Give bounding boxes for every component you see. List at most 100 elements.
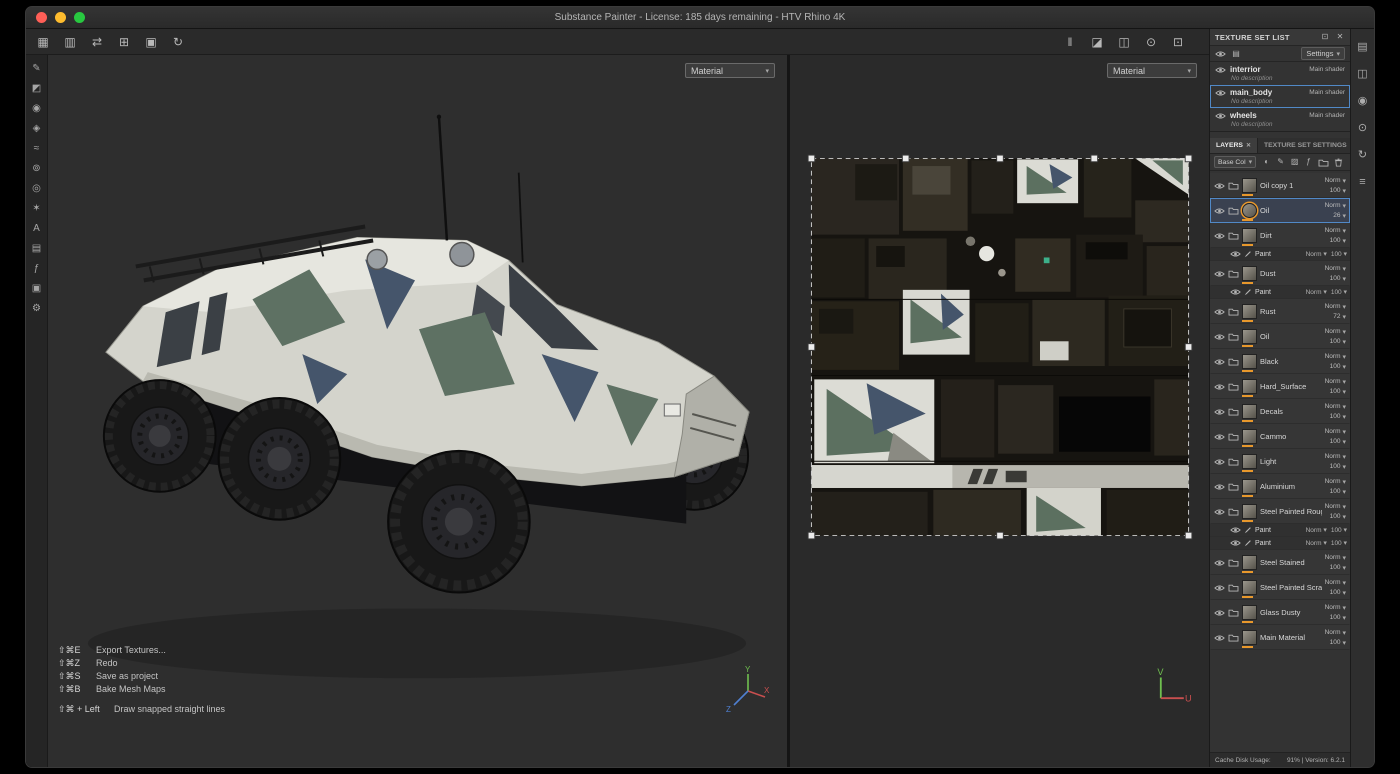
viewport-2d-mode-select[interactable]: Material ▾ [1107,63,1197,78]
texture-set-visibility-icon[interactable] [1215,112,1226,120]
visibility-all-icon[interactable] [1215,49,1226,59]
tab-layers[interactable]: LAYERS✕ [1210,138,1258,153]
layer-opacity-select[interactable]: 100▾ [1330,413,1346,421]
layer-thumbnail[interactable] [1242,630,1257,645]
layer-row[interactable]: Main MaterialNorm▾100▾ [1210,625,1350,650]
layer-blend-select[interactable]: Norm▾ [1325,604,1346,612]
paint-tool-icon[interactable]: ✎ [31,63,43,75]
layer-blend-select[interactable]: Norm▾ [1325,202,1346,210]
effect-opacity-select[interactable]: 100 ▾ [1331,250,1347,258]
layer-blend-select[interactable]: Norm▾ [1325,265,1346,273]
layer-row[interactable]: Glass DustyNorm▾100▾ [1210,600,1350,625]
close-panel-icon[interactable]: ✕ [1335,32,1345,42]
layer-blend-select[interactable]: Norm▾ [1325,378,1346,386]
layer-row[interactable]: DirtNorm▾100▾ [1210,223,1350,248]
layer-blend-select[interactable]: Norm▾ [1325,453,1346,461]
layer-blend-select[interactable]: Norm▾ [1325,579,1346,587]
zoom-window-button[interactable] [74,12,85,23]
material-picker-icon[interactable]: ◎ [31,183,43,195]
add-fill-layer-icon[interactable]: ▨ [1290,157,1299,167]
layer-opacity-select[interactable]: 100▾ [1330,438,1346,446]
effect-blend-select[interactable]: Norm ▾ [1306,288,1327,296]
layer-row[interactable]: RustNorm▾72▾ [1210,299,1350,324]
layer-visibility-icon[interactable] [1214,609,1225,617]
layer-visibility-icon[interactable] [1214,232,1225,240]
texture-set-row[interactable]: wheelsMain shaderNo description [1210,108,1350,131]
layer-thumbnail[interactable] [1242,178,1257,193]
layer-visibility-icon[interactable] [1214,308,1225,316]
layer-row[interactable]: BlackNorm▾100▾ [1210,349,1350,374]
properties-panel-icon[interactable]: ≡ [1356,174,1370,190]
layer-row[interactable]: CammoNorm▾100▾ [1210,424,1350,449]
effect-blend-select[interactable]: Norm ▾ [1306,526,1327,534]
layer-opacity-select[interactable]: 72▾ [1333,313,1346,321]
layer-blend-select[interactable]: Norm▾ [1325,629,1346,637]
layer-blend-select[interactable]: Norm▾ [1325,478,1346,486]
layer-opacity-select[interactable]: 100▾ [1330,564,1346,572]
close-tab-icon[interactable]: ✕ [1246,142,1251,149]
layer-opacity-select[interactable]: 100▾ [1330,463,1346,471]
layer-effect-row[interactable]: PaintNorm ▾100 ▾ [1210,248,1350,261]
add-folder-icon[interactable] [1318,157,1329,167]
layer-thumbnail[interactable] [1242,404,1257,419]
settings-dropdown[interactable]: Settings ▾ [1301,47,1345,60]
display-mode-icon[interactable]: ◫ [1117,34,1131,50]
layer-opacity-select[interactable]: 100▾ [1330,488,1346,496]
layer-opacity-select[interactable]: 100▾ [1330,614,1346,622]
effect-opacity-select[interactable]: 100 ▾ [1331,526,1347,534]
fx-icon[interactable]: ƒ [31,263,43,275]
texture-set-row[interactable]: main_bodyMain shaderNo description [1210,85,1350,108]
layer-visibility-icon[interactable] [1214,408,1225,416]
effect-visibility-icon[interactable] [1230,288,1241,296]
layer-visibility-icon[interactable] [1214,559,1225,567]
shader-settings-panel-icon[interactable]: ◉ [1356,93,1370,109]
add-effect-icon[interactable]: ƒ [1304,157,1313,167]
layer-row[interactable]: OilNorm▾100▾ [1210,324,1350,349]
layer-opacity-select[interactable]: 100▾ [1330,187,1346,195]
layer-visibility-icon[interactable] [1214,634,1225,642]
close-window-button[interactable] [36,12,47,23]
layer-visibility-icon[interactable] [1214,584,1225,592]
layer-thumbnail[interactable] [1242,454,1257,469]
layer-row[interactable]: Steel Painted Scra...Norm▾100▾ [1210,575,1350,600]
polygon-fill-tool-icon[interactable]: ◈ [31,123,43,135]
layer-thumbnail[interactable] [1242,228,1257,243]
history-icon[interactable]: ↻ [171,34,185,50]
snap-icon[interactable]: ⊞ [117,34,131,50]
layer-thumbnail[interactable] [1242,304,1257,319]
layer-thumbnail[interactable] [1242,354,1257,369]
layer-thumbnail[interactable] [1242,429,1257,444]
tab-texture-set-settings[interactable]: TEXTURE SET SETTINGS [1258,138,1354,153]
symmetry-icon[interactable]: ⇄ [90,34,104,50]
display-settings-panel-icon[interactable]: ◫ [1356,66,1370,82]
smudge-tool-icon[interactable]: ≈ [31,143,43,155]
layer-row[interactable]: Steel Painted Roug...Norm▾100▾ [1210,499,1350,524]
minimize-window-button[interactable] [55,12,66,23]
layer-effect-row[interactable]: PaintNorm ▾100 ▾ [1210,537,1350,550]
layer-row[interactable]: Oil copy 1Norm▾100▾ [1210,173,1350,198]
projection-tool-icon[interactable]: ◉ [31,103,43,115]
delete-layer-icon[interactable] [1334,157,1343,167]
channel-select[interactable]: Base Col ▾ [1214,156,1256,168]
texture-set-row[interactable]: interriorMain shaderNo description [1210,62,1350,85]
layer-row[interactable]: LightNorm▾100▾ [1210,449,1350,474]
layer-thumbnail[interactable] [1242,329,1257,344]
layer-opacity-select[interactable]: 100▾ [1330,338,1346,346]
layer-visibility-icon[interactable] [1214,433,1225,441]
layer-row[interactable]: OilNorm▾26▾ [1210,198,1350,223]
layer-blend-select[interactable]: Norm▾ [1325,353,1346,361]
layer-opacity-select[interactable]: 100▾ [1330,513,1346,521]
text-resource-icon[interactable]: A [31,223,43,235]
layer-blend-select[interactable]: Norm▾ [1325,554,1346,562]
layer-thumbnail[interactable] [1242,580,1257,595]
navigation-gizmo-3d[interactable]: Y X Z [725,665,771,713]
quick-mask-icon[interactable]: ▤ [31,243,43,255]
display-settings-icon[interactable]: ▣ [31,283,43,295]
add-mask-icon[interactable]: ◐ [1262,157,1271,167]
layer-visibility-icon[interactable] [1214,182,1225,190]
layer-effect-row[interactable]: PaintNorm ▾100 ▾ [1210,524,1350,537]
layer-row[interactable]: DustNorm▾100▾ [1210,261,1350,286]
main-menu-grid-icon[interactable]: ▦ [36,34,50,50]
layer-visibility-icon[interactable] [1214,270,1225,278]
layer-blend-select[interactable]: Norm▾ [1325,403,1346,411]
